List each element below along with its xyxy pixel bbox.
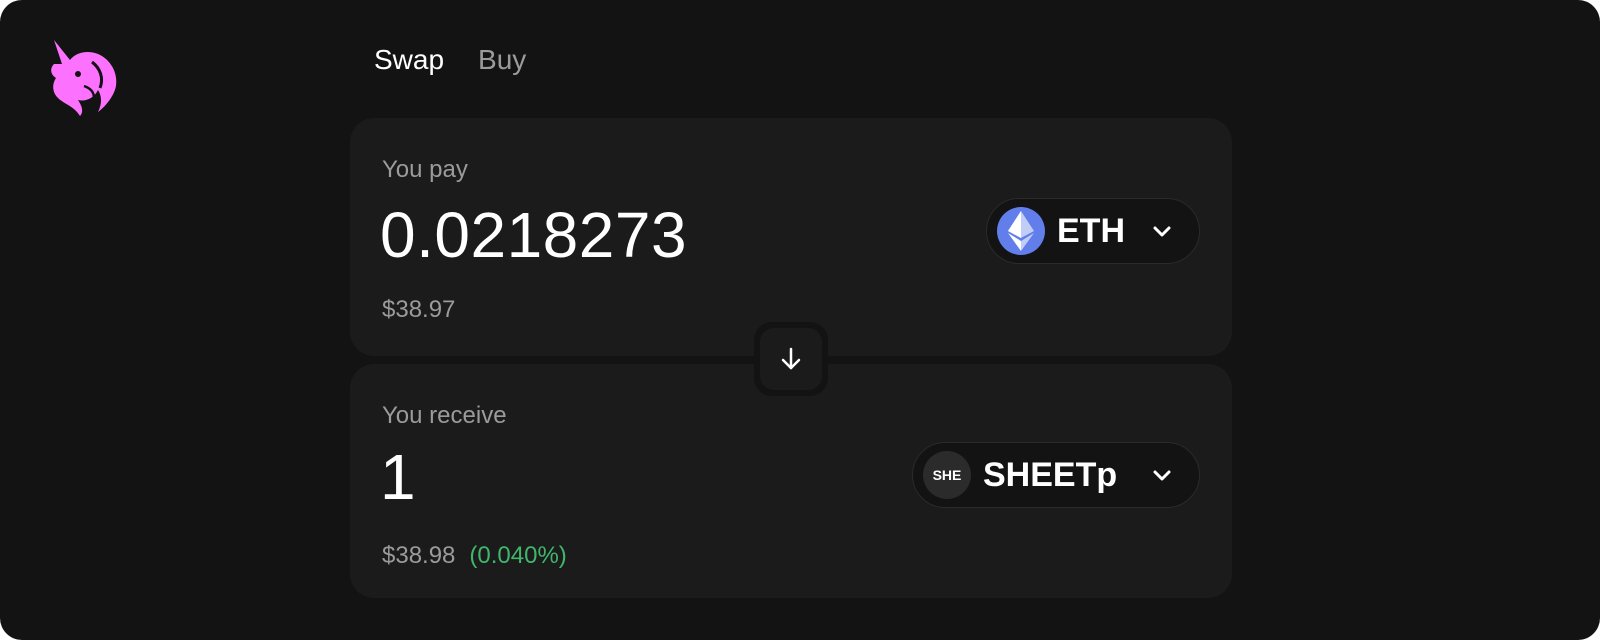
pay-token-symbol: ETH bbox=[1057, 211, 1125, 250]
pay-panel: You pay 0.0218273 $38.97 ETH bbox=[350, 118, 1232, 356]
swap-app: Swap Buy You pay 0.0218273 $38.97 ETH Yo… bbox=[0, 0, 1600, 640]
pay-usd-value: $38.97 bbox=[382, 296, 456, 323]
receive-panel: You receive 1 $38.98 (0.040%) SHE SHEETp bbox=[350, 364, 1232, 598]
tab-buy[interactable]: Buy bbox=[478, 44, 526, 76]
eth-icon bbox=[997, 207, 1045, 255]
pay-label: You pay bbox=[382, 156, 468, 183]
receive-token-symbol: SHEETp bbox=[983, 455, 1118, 494]
receive-usd-amount: $38.98 bbox=[382, 542, 456, 569]
chevron-down-icon bbox=[1153, 470, 1171, 481]
chevron-down-icon bbox=[1153, 226, 1171, 237]
pay-token-selector[interactable]: ETH bbox=[986, 198, 1200, 264]
receive-label: You receive bbox=[382, 402, 507, 429]
price-impact: (0.040%) bbox=[469, 542, 567, 569]
switch-tokens-button[interactable] bbox=[754, 322, 828, 396]
token-logo: SHE bbox=[923, 451, 971, 499]
receive-amount-input[interactable]: 1 bbox=[380, 440, 416, 514]
uniswap-unicorn-icon[interactable] bbox=[44, 34, 124, 118]
swap-tabs: Swap Buy bbox=[374, 44, 526, 76]
receive-usd-value: $38.98 (0.040%) bbox=[382, 542, 567, 570]
tab-swap[interactable]: Swap bbox=[374, 44, 444, 76]
receive-token-selector[interactable]: SHE SHEETp bbox=[912, 442, 1200, 508]
arrow-down-icon bbox=[781, 347, 801, 370]
pay-amount-input[interactable]: 0.0218273 bbox=[380, 198, 687, 272]
switch-button-inner bbox=[760, 328, 822, 390]
